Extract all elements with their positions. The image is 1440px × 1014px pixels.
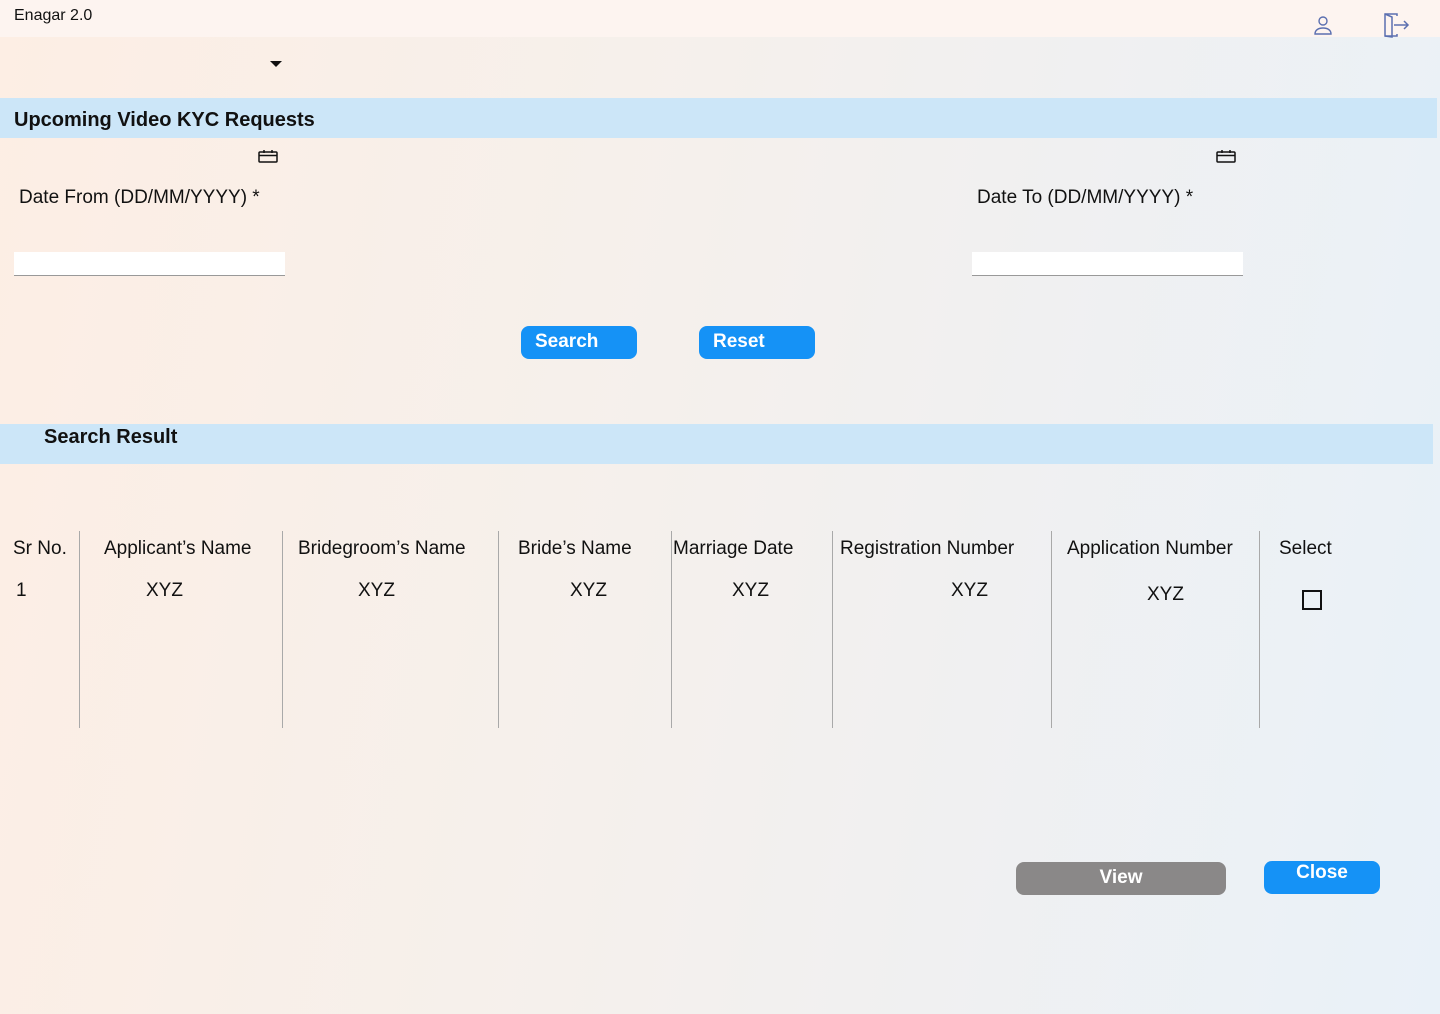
cell-registration-number: XYZ	[951, 580, 988, 601]
page-title: Upcoming Video KYC Requests	[14, 109, 315, 131]
column-header-marriage-date: Marriage Date	[673, 538, 794, 559]
column-divider	[1259, 531, 1260, 728]
cell-bride-name: XYZ	[570, 580, 607, 601]
column-divider	[1051, 531, 1052, 728]
user-icon[interactable]	[1312, 14, 1334, 36]
close-button[interactable]: Close	[1264, 861, 1380, 894]
column-divider	[79, 531, 80, 728]
cell-applicant-name: XYZ	[146, 580, 183, 601]
column-divider	[498, 531, 499, 728]
cell-bridegroom-name: XYZ	[358, 580, 395, 601]
calendar-icon[interactable]	[1216, 149, 1236, 163]
date-to-label: Date To (DD/MM/YYYY) *	[977, 187, 1194, 208]
cell-marriage-date: XYZ	[732, 580, 769, 601]
search-button[interactable]: Search	[521, 326, 637, 359]
column-header-bride-name: Bride’s Name	[518, 538, 632, 559]
view-button[interactable]: View	[1016, 862, 1226, 895]
select-checkbox[interactable]	[1302, 590, 1322, 610]
cell-sr-no: 1	[16, 580, 27, 601]
column-header-applicant-name: Applicant’s Name	[104, 538, 252, 559]
dropdown-caret-icon[interactable]	[270, 61, 282, 67]
column-divider	[282, 531, 283, 728]
results-header-band	[0, 424, 1433, 464]
column-header-sr-no: Sr No.	[13, 538, 67, 559]
results-title: Search Result	[44, 426, 178, 448]
top-bar	[0, 0, 1440, 37]
app-title: Enagar 2.0	[14, 7, 93, 24]
cell-application-number: XYZ	[1147, 584, 1184, 605]
column-header-select: Select	[1279, 538, 1332, 559]
reset-button[interactable]: Reset	[699, 326, 815, 359]
column-header-application-number: Application Number	[1067, 538, 1233, 559]
date-from-input[interactable]	[14, 252, 285, 276]
column-header-bridegroom-name: Bridegroom’s Name	[298, 538, 466, 559]
column-header-registration-number: Registration Number	[840, 538, 1015, 559]
logout-icon[interactable]	[1382, 11, 1410, 39]
date-to-input[interactable]	[972, 252, 1243, 276]
calendar-icon[interactable]	[258, 149, 278, 163]
date-from-label: Date From (DD/MM/YYYY) *	[19, 187, 260, 208]
column-divider	[832, 531, 833, 728]
column-divider	[671, 531, 672, 728]
